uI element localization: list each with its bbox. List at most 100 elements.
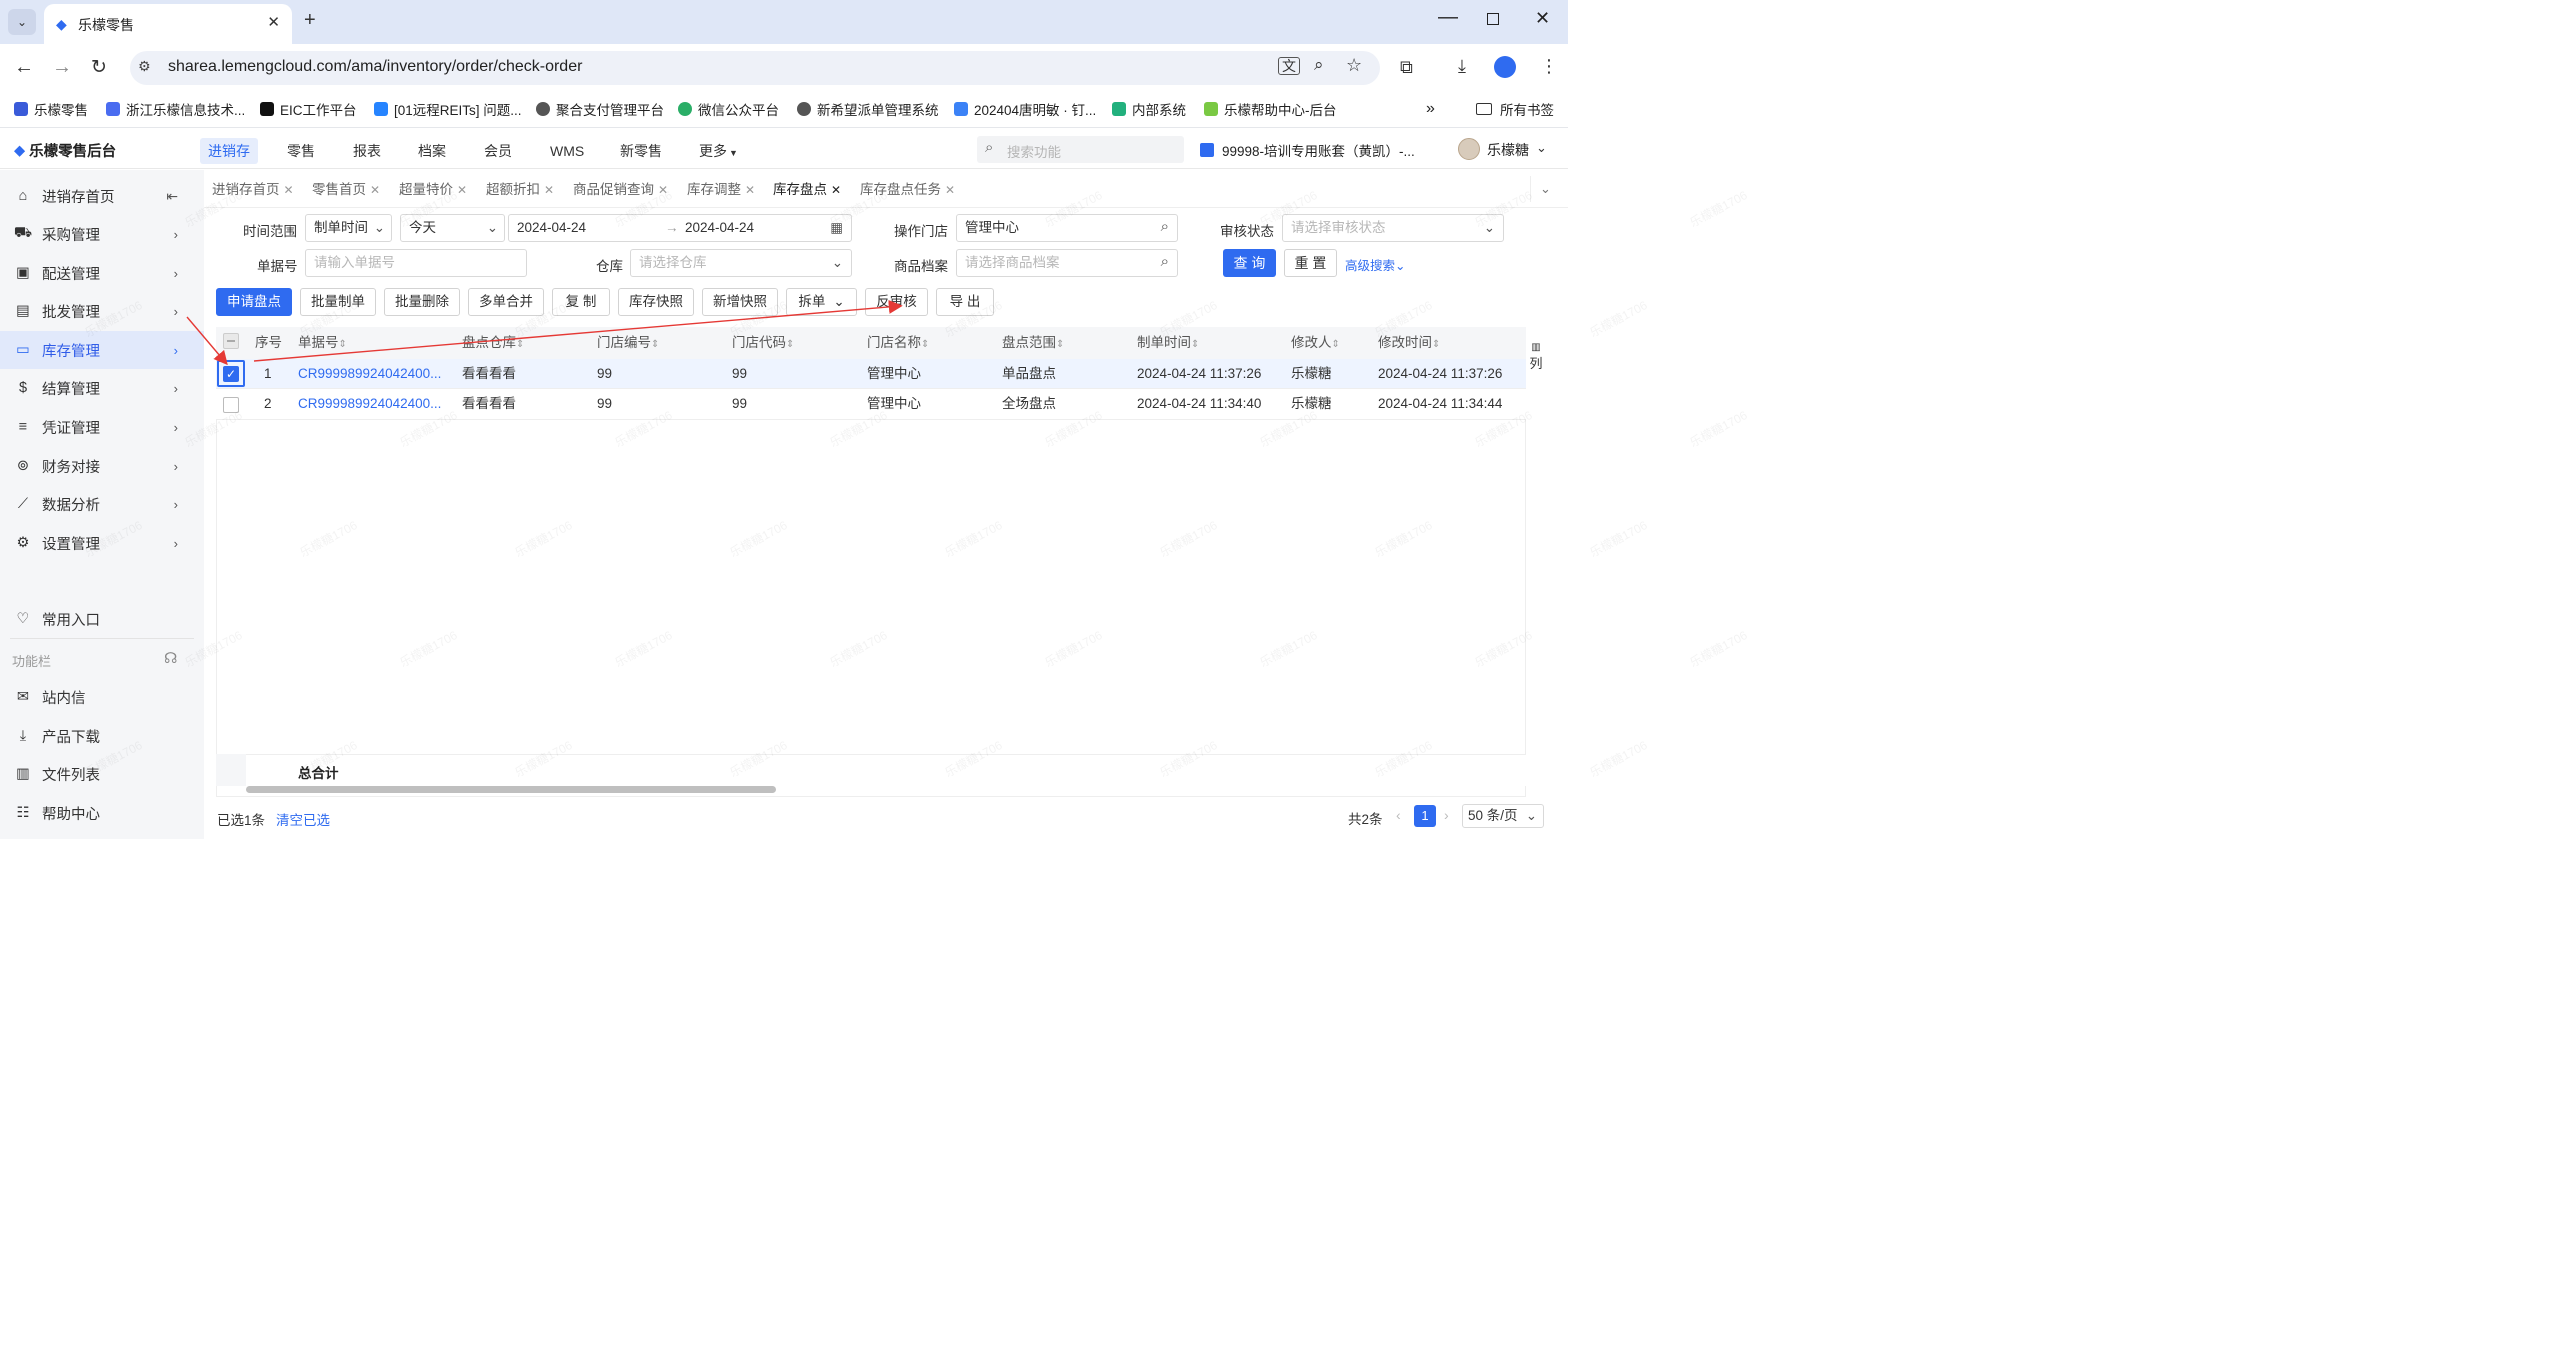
all-bookmarks[interactable]: 所有书签 (1476, 99, 1554, 119)
prev-page-icon[interactable]: ‹ (1396, 807, 1401, 823)
new-snapshot-button[interactable]: 新增快照 (702, 288, 778, 316)
close-icon[interactable]: ✕ (544, 183, 554, 197)
sidebar-item-messages[interactable]: ✉ 站内信 (0, 678, 204, 716)
bookmark-item[interactable]: [01远程REITs] 问题... (374, 99, 522, 119)
bookmark-item[interactable]: 乐檬帮助中心-后台 (1204, 99, 1337, 119)
nav-more[interactable]: 更多 ▼ (691, 138, 746, 164)
date-to[interactable]: 2024-04-24 (685, 215, 754, 241)
nav-reports[interactable]: 报表 (345, 138, 389, 164)
batch-create-button[interactable]: 批量制单 (300, 288, 376, 316)
tab-stock-check[interactable]: 库存盘点 ✕ (767, 176, 848, 204)
reset-button[interactable]: 重 置 (1284, 249, 1337, 277)
clear-selection-link[interactable]: 清空已选 (276, 809, 330, 829)
store-input[interactable]: 管理中心 ⌕ (956, 214, 1178, 242)
stock-snapshot-button[interactable]: 库存快照 (618, 288, 694, 316)
extensions-icon[interactable]: ⧉ (1400, 57, 1413, 78)
next-page-icon[interactable]: › (1444, 807, 1449, 823)
search-icon[interactable]: ⌕ (1161, 215, 1169, 240)
bookmark-item[interactable]: 新希望派单管理系统 (797, 99, 939, 119)
bookmark-item[interactable]: 浙江乐檬信息技术... (106, 99, 245, 119)
tab-excess-discount[interactable]: 超额折扣 ✕ (480, 176, 560, 204)
tab-promo-query[interactable]: 商品促销查询 ✕ (567, 176, 674, 204)
col-header-order[interactable]: 单据号⇕ (298, 327, 347, 359)
zoom-icon[interactable]: ⌕ (1314, 55, 1324, 75)
sort-icon[interactable]: ⇕ (1432, 339, 1440, 350)
sidebar-item-voucher[interactable]: ≡ 凭证管理 › (0, 408, 204, 446)
headset-icon[interactable]: ☊ (164, 649, 177, 667)
sort-icon[interactable]: ⇕ (516, 339, 524, 350)
sort-icon[interactable]: ⇕ (651, 339, 659, 350)
sort-icon[interactable]: ⇕ (921, 339, 929, 350)
col-header-warehouse[interactable]: 盘点仓库⇕ (462, 327, 524, 359)
close-icon[interactable]: ✕ (658, 183, 668, 197)
sort-icon[interactable]: ⇕ (339, 339, 347, 350)
bookmark-item[interactable]: EIC工作平台 (260, 99, 357, 119)
cell-order-link[interactable]: CR999989924042400... (298, 359, 448, 389)
close-icon[interactable]: ✕ (457, 183, 467, 197)
url-bar[interactable]: ⚙ sharea.lemengcloud.com/ama/inventory/o… (130, 51, 1380, 85)
close-icon[interactable]: ✕ (831, 183, 841, 197)
sidebar-item-common[interactable]: ♡ 常用入口 (0, 600, 204, 638)
user-avatar[interactable] (1458, 138, 1480, 160)
warehouse-select[interactable]: 请选择仓库 ⌄ (630, 249, 852, 277)
bookmark-item[interactable]: 202404唐明敏 · 钉... (954, 99, 1096, 119)
batch-delete-button[interactable]: 批量删除 (384, 288, 460, 316)
tabs-dropdown-icon[interactable]: ⌄ (1530, 176, 1560, 202)
copy-button[interactable]: 复 制 (552, 288, 610, 316)
close-icon[interactable]: ✕ (370, 183, 380, 197)
close-window-icon[interactable]: ✕ (1535, 8, 1550, 29)
bookmark-item[interactable]: 微信公众平台 (678, 99, 779, 119)
col-header-store-name[interactable]: 门店名称⇕ (867, 327, 929, 359)
tab-list-button[interactable]: ⌄ (8, 9, 36, 35)
back-icon[interactable]: ← (14, 56, 34, 79)
bookmark-item[interactable]: 乐檬零售 (14, 99, 88, 119)
page-1-button[interactable]: 1 (1414, 805, 1436, 827)
audit-status-select[interactable]: 请选择审核状态 ⌄ (1282, 214, 1504, 242)
sort-icon[interactable]: ⇕ (1191, 339, 1199, 350)
tab-inventory-home[interactable]: 进销存首页 ✕ (206, 176, 300, 204)
row-checkbox-checked[interactable]: ✓ (217, 360, 245, 387)
cell-order-link[interactable]: CR999989924042400... (298, 389, 448, 419)
col-header-store-no[interactable]: 门店编号⇕ (597, 327, 659, 359)
user-menu-chevron-icon[interactable]: ⌄ (1536, 140, 1547, 156)
split-order-button[interactable]: 拆单 ⌄ (786, 288, 857, 316)
minimize-icon[interactable]: — (1438, 6, 1458, 29)
query-button[interactable]: 查 询 (1223, 249, 1276, 277)
time-type-select[interactable]: 制单时间 ⌄ (305, 214, 392, 242)
order-no-input[interactable]: 请输入单据号 (305, 249, 527, 277)
sidebar-item-analytics[interactable]: ⟋ 数据分析 › (0, 485, 204, 523)
export-button[interactable]: 导 出 (936, 288, 994, 316)
unaudit-button[interactable]: 反审核 (865, 288, 928, 316)
close-icon[interactable]: ✕ (745, 183, 755, 197)
app-logo[interactable]: ◆ 乐檬零售后台 (14, 140, 116, 161)
sidebar-item-wholesale[interactable]: ▤ 批发管理 › (0, 292, 204, 330)
nav-archive[interactable]: 档案 (410, 138, 454, 164)
sidebar-item-download[interactable]: ⤓ 产品下载 (0, 717, 204, 755)
sidebar-item-finance[interactable]: ⊚ 财务对接 › (0, 447, 204, 485)
sidebar-item-inventory-home[interactable]: ⌂ 进销存首页 ⇤ (0, 177, 204, 215)
tab-excess-special[interactable]: 超量特价 ✕ (393, 176, 473, 204)
date-from[interactable]: 2024-04-24 (517, 220, 586, 235)
more-bookmarks-icon[interactable]: » (1426, 99, 1435, 119)
sort-icon[interactable]: ⇕ (1056, 339, 1064, 350)
col-header-created[interactable]: 制单时间⇕ (1137, 327, 1199, 359)
profile-avatar-icon[interactable] (1494, 56, 1516, 78)
horizontal-scrollbar[interactable] (246, 786, 776, 793)
nav-new-retail[interactable]: 新零售 (612, 138, 670, 164)
sidebar-item-purchase[interactable]: ⛟ 采购管理 › (0, 215, 204, 253)
collapse-sidebar-icon[interactable]: ⇤ (166, 188, 178, 205)
tab-stock-adjust[interactable]: 库存调整 ✕ (681, 176, 761, 204)
time-preset-select[interactable]: 今天 ⌄ (400, 214, 505, 242)
sidebar-item-settlement[interactable]: $ 结算管理 › (0, 369, 204, 407)
account-selector[interactable]: 99998-培训专用账套（黄凯）-... (1200, 140, 1415, 160)
tab-stock-check-task[interactable]: 库存盘点任务 ✕ (854, 176, 961, 204)
sort-icon[interactable]: ⇕ (1332, 339, 1340, 350)
browser-menu-icon[interactable]: ⋮ (1540, 56, 1558, 77)
browser-tab[interactable]: ◆ 乐檬零售 ✕ (44, 4, 292, 44)
calendar-icon[interactable]: ▦ (830, 215, 843, 241)
function-search-input[interactable]: ⌕ 搜索功能 (977, 136, 1184, 163)
apply-check-button[interactable]: 申请盘点 (216, 288, 292, 316)
close-icon[interactable]: ✕ (945, 183, 955, 197)
restore-icon[interactable] (1487, 13, 1499, 25)
close-tab-icon[interactable]: ✕ (267, 13, 280, 31)
